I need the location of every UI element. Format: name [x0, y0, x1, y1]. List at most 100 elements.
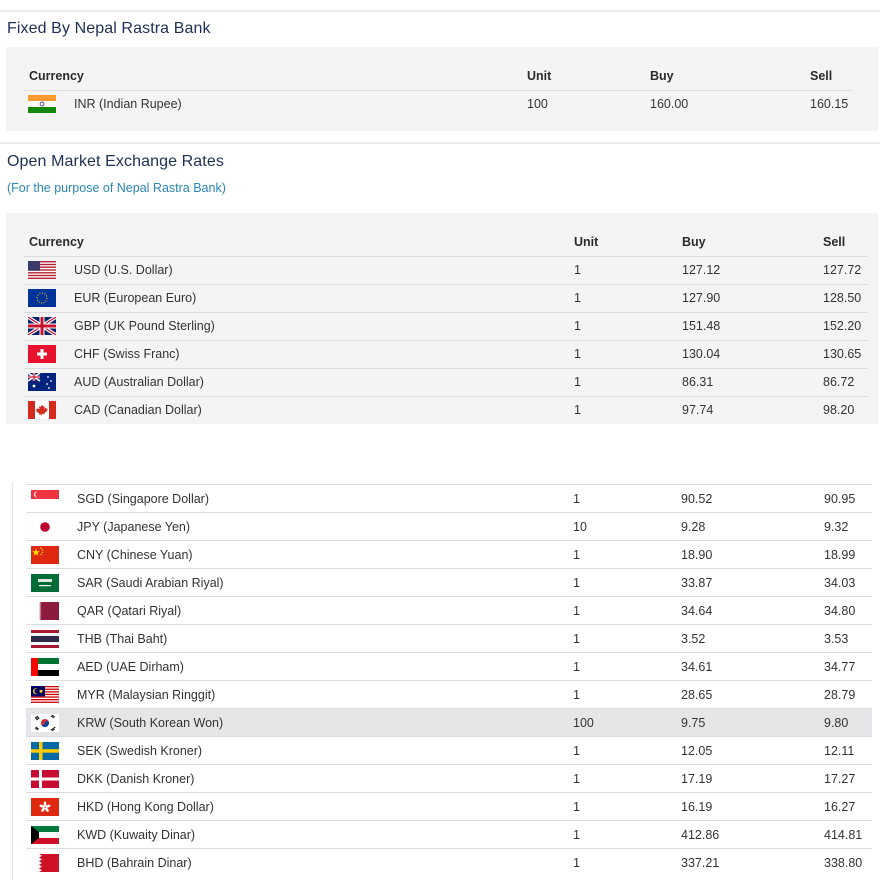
- korea-flag-icon: [31, 713, 59, 732]
- fixed-rates-table: Currency Unit Buy Sell INR (Indian Rupee…: [23, 62, 853, 118]
- unit-cell: 1: [574, 283, 682, 312]
- currency-name: GBP (UK Pound Sterling): [74, 319, 215, 333]
- table-row: THB (Thai Baht) 1 3.52 3.53: [26, 624, 872, 653]
- top-divider: [0, 10, 880, 12]
- sell-rate-cell: 414.81: [824, 820, 872, 849]
- open-market-title: Open Market Exchange Rates: [7, 153, 224, 170]
- currency-cell: HKD (Hong Kong Dollar): [26, 792, 573, 821]
- unit-cell: 1: [574, 395, 682, 424]
- currency-cell: KWD (Kuwaity Dinar): [26, 820, 573, 849]
- table-row: KRW (South Korean Won) 100 9.75 9.80: [26, 708, 872, 737]
- table-row: GBP (UK Pound Sterling) 1 151.48 152.20: [23, 311, 868, 340]
- sell-rate-cell: 90.95: [824, 484, 872, 513]
- open-market-table-continued: SGD (Singapore Dollar) 1 90.52 90.95 JPY (Ja…: [26, 484, 872, 877]
- currency-cell: EUR (European Euro): [23, 283, 574, 312]
- unit-cell: 1: [573, 680, 681, 709]
- currency-cell: INR (Indian Rupee): [23, 89, 527, 118]
- table-row: HKD (Hong Kong Dollar) 1 16.19 16.27: [26, 792, 872, 821]
- qatar-flag-icon: [31, 601, 59, 620]
- sell-rate-cell: 128.50: [823, 283, 868, 312]
- table-row: AUD (Australian Dollar) 1 86.31 86.72: [23, 367, 868, 396]
- unit-cell: 1: [573, 764, 681, 793]
- currency-cell: MYR (Malaysian Ringgit): [26, 680, 573, 709]
- bahrain-flag-icon: [31, 853, 59, 872]
- currency-cell: CHF (Swiss Franc): [23, 339, 574, 368]
- table-row: USD (U.S. Dollar) 1 127.12 127.72: [23, 255, 868, 284]
- currency-name: CHF (Swiss Franc): [74, 347, 180, 361]
- currency-name: KWD (Kuwaity Dinar): [77, 827, 196, 842]
- unit-cell: 100: [573, 708, 681, 737]
- buy-rate-cell: 3.52: [681, 624, 824, 653]
- unit-cell: 1: [573, 624, 681, 653]
- buy-rate-cell: 17.19: [681, 764, 824, 793]
- currency-name: INR (Indian Rupee): [74, 97, 182, 112]
- buy-rate-cell: 130.04: [682, 339, 823, 368]
- currency-cell: QAR (Qatari Riyal): [26, 596, 573, 625]
- currency-name: BHD (Bahrain Dinar): [77, 855, 192, 870]
- open-market-table: Currency Unit Buy Sell USD (U.S. Dollar)…: [23, 228, 868, 424]
- currency-cell: DKK (Danish Kroner): [26, 764, 573, 793]
- thailand-flag-icon: [31, 629, 59, 648]
- sell-rate-cell: 338.80: [824, 848, 872, 877]
- sell-column-header: Sell: [810, 68, 833, 83]
- table-row: MYR (Malaysian Ringgit) 1 28.65 28.79: [26, 680, 872, 709]
- unit-column-header: Unit: [527, 68, 552, 83]
- buy-rate-cell: 34.61: [681, 652, 824, 681]
- currency-name: USD (U.S. Dollar): [74, 263, 173, 277]
- sell-rate-cell: 130.65: [823, 339, 868, 368]
- sell-rate-cell: 127.72: [823, 255, 868, 284]
- buy-rate-cell: 9.28: [681, 512, 824, 541]
- buy-rate-cell: 127.12: [682, 255, 823, 284]
- buy-rate-cell: 9.75: [681, 708, 824, 737]
- sell-rate-cell: 152.20: [823, 311, 868, 340]
- table-row: KWD (Kuwaity Dinar) 1 412.86 414.81: [26, 820, 872, 849]
- unit-cell: 1: [573, 596, 681, 625]
- buy-rate-cell: 97.74: [682, 395, 823, 424]
- currency-name: SAR (Saudi Arabian Riyal): [77, 575, 224, 590]
- unit-cell: 1: [573, 848, 681, 877]
- buy-rate-cell: 337.21: [681, 848, 824, 877]
- currency-cell: CNY (Chinese Yuan): [26, 540, 573, 569]
- usa-flag-icon: [28, 261, 56, 279]
- currency-name: EUR (European Euro): [74, 291, 197, 305]
- currency-cell: KRW (South Korean Won): [26, 708, 573, 737]
- buy-rate-cell: 151.48: [682, 311, 823, 340]
- sell-rate-cell: 160.15: [810, 89, 853, 118]
- canada-flag-icon: [28, 401, 56, 420]
- eu-flag-icon: [28, 289, 56, 307]
- currency-cell: AED (UAE Dirham): [26, 652, 573, 681]
- uk-flag-icon: [28, 317, 56, 335]
- japan-flag-icon: [31, 517, 59, 536]
- currency-name: SEK (Swedish Kroner): [77, 743, 203, 758]
- table-row: SGD (Singapore Dollar) 1 90.52 90.95: [26, 484, 872, 513]
- section-divider: [0, 142, 880, 144]
- sell-rate-cell: 12.11: [824, 736, 872, 765]
- table-row: DKK (Danish Kroner) 1 17.19 17.27: [26, 764, 872, 793]
- currency-column-header: Currency: [29, 234, 84, 249]
- sell-column-header: Sell: [823, 234, 846, 249]
- unit-cell: 10: [573, 512, 681, 541]
- currency-cell: GBP (UK Pound Sterling): [23, 311, 574, 340]
- sell-rate-cell: 34.03: [824, 568, 872, 597]
- unit-column-header: Unit: [574, 234, 599, 249]
- unit-cell: 1: [574, 255, 682, 284]
- sell-rate-cell: 86.72: [823, 367, 868, 396]
- currency-cell: SEK (Swedish Kroner): [26, 736, 573, 765]
- currency-name: JPY (Japanese Yen): [77, 519, 191, 534]
- china-flag-icon: [31, 545, 59, 564]
- currency-name: HKD (Hong Kong Dollar): [77, 799, 214, 814]
- sell-rate-cell: 9.32: [824, 512, 872, 541]
- denmark-flag-icon: [31, 769, 59, 788]
- australia-flag-icon: [28, 373, 56, 391]
- buy-rate-cell: 33.87: [681, 568, 824, 597]
- table-row: QAR (Qatari Riyal) 1 34.64 34.80: [26, 596, 872, 625]
- sell-rate-cell: 98.20: [823, 395, 868, 424]
- currency-cell: BHD (Bahrain Dinar): [26, 848, 573, 877]
- table-row: EUR (European Euro) 1 127.90 128.50: [23, 283, 868, 312]
- sell-rate-cell: 34.77: [824, 652, 872, 681]
- saudi-flag-icon: [31, 573, 59, 592]
- buy-column-header: Buy: [682, 234, 706, 249]
- kuwait-flag-icon: [31, 825, 59, 844]
- currency-cell: SGD (Singapore Dollar): [26, 484, 573, 513]
- currency-name: SGD (Singapore Dollar): [77, 491, 209, 506]
